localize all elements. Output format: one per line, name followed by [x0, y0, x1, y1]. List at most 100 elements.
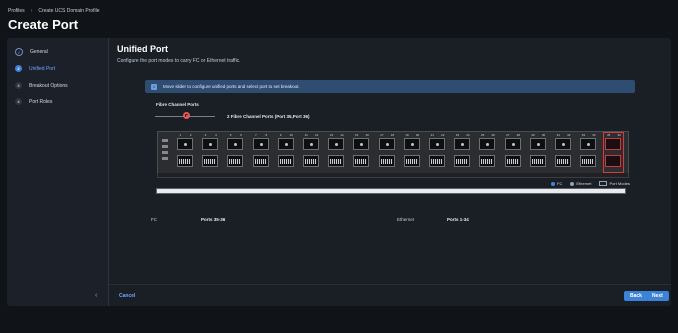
port-connector-icon	[279, 159, 292, 164]
switch-port[interactable]	[403, 155, 420, 167]
switch-port[interactable]	[403, 138, 420, 150]
step-general[interactable]: ✓ General	[15, 48, 48, 56]
port-number: 22	[441, 133, 445, 137]
switch-port[interactable]	[429, 155, 445, 167]
port-group: 15 16	[351, 133, 372, 172]
switch-port[interactable]	[555, 138, 571, 150]
legend-fc: FC	[551, 181, 562, 186]
next-button[interactable]: Next	[646, 291, 669, 301]
switch-port[interactable]	[353, 155, 370, 167]
breadcrumb-separator: ›	[30, 8, 33, 14]
banner-text: Move slider to configure unified ports a…	[163, 84, 300, 89]
ethernet-summary-ports: Ports 1-34	[447, 217, 469, 222]
ethernet-dot-icon	[570, 181, 575, 186]
port-selection-strip[interactable]	[156, 188, 626, 194]
switch-port[interactable]	[303, 138, 319, 150]
legend-ethernet: Ethernet	[570, 181, 591, 186]
breadcrumb-profiles[interactable]: Profiles	[8, 8, 25, 14]
fc-slider-handle[interactable]	[183, 112, 190, 119]
ethernet-ports-value: Ports 1-34	[447, 217, 469, 222]
port-group: 25 26	[477, 133, 498, 172]
port-number: 19	[405, 133, 409, 137]
port-number-labels: 78	[251, 133, 272, 137]
port-group: 19 20	[402, 133, 423, 172]
switch-port[interactable]	[378, 138, 395, 150]
port-number: 29	[531, 133, 535, 137]
port-led-icon	[184, 143, 187, 146]
switch-port[interactable]	[529, 155, 546, 167]
switch-port[interactable]	[429, 138, 445, 150]
port-connector-icon	[305, 159, 317, 164]
wizard-sidebar: ✓ General 2 Unified Port 3 Breakout Opti…	[7, 38, 109, 306]
port-number: 26	[491, 133, 495, 137]
port-led-icon	[209, 143, 213, 146]
port-led-icon	[410, 143, 414, 146]
port-connector-icon	[531, 159, 544, 164]
port-group: 35 36	[603, 132, 625, 173]
switch-port[interactable]	[328, 138, 345, 150]
switch-port[interactable]	[202, 138, 219, 150]
port-number: 34	[592, 133, 596, 137]
switch-port[interactable]	[227, 155, 244, 167]
switch-port[interactable]	[479, 138, 496, 150]
switch-port[interactable]	[177, 155, 193, 167]
section-description: Configure the port modes to carry FC or …	[117, 58, 241, 64]
step-breakout-options[interactable]: 3 Breakout Options	[15, 82, 68, 89]
switch-port[interactable]	[555, 155, 571, 167]
port-number: 17	[380, 133, 384, 137]
step-unified-port[interactable]: 2 Unified Port	[15, 65, 55, 72]
port-led-icon	[310, 143, 313, 146]
port-number: 1	[179, 133, 182, 137]
switch-port[interactable]	[177, 138, 193, 150]
legend-label: Port Modes	[609, 181, 630, 186]
switch-port[interactable]	[328, 155, 345, 167]
port-led-icon	[486, 143, 490, 146]
switch-port[interactable]	[303, 155, 319, 167]
switch-port[interactable]	[454, 155, 471, 167]
switch-port[interactable]	[454, 138, 471, 150]
fc-ports-value: Ports 35-36	[201, 217, 226, 222]
switch-port[interactable]	[227, 138, 244, 150]
port-connector-icon	[179, 159, 191, 164]
port-number-labels: 29 30	[528, 133, 549, 137]
port-led-icon	[385, 143, 389, 146]
switch-port[interactable]	[580, 155, 597, 167]
switch-port[interactable]	[277, 138, 294, 150]
switch-port[interactable]	[277, 155, 294, 167]
port-group: 23 24	[452, 133, 473, 172]
switch-port[interactable]	[202, 155, 219, 167]
step-port-roles[interactable]: 4 Port Roles	[15, 98, 52, 105]
switch-port[interactable]	[580, 138, 597, 150]
port-number: 25	[480, 133, 485, 137]
port-number-labels: 31 32	[553, 133, 574, 137]
port-number: 20	[415, 133, 420, 137]
port-number: 33	[581, 133, 586, 137]
port-connector-icon	[254, 159, 267, 164]
switch-port[interactable]	[353, 138, 370, 150]
port-number: 7	[255, 133, 257, 137]
fc-port-highlight	[603, 132, 625, 173]
port-number: 5	[229, 133, 232, 137]
cancel-button[interactable]: Cancel	[119, 293, 135, 299]
switch-port[interactable]	[529, 138, 546, 150]
switch-port[interactable]	[378, 155, 395, 167]
port-number: 14	[340, 133, 344, 137]
port-number-labels: 15 16	[351, 133, 372, 137]
collapse-sidebar-icon[interactable]: ‹	[95, 292, 97, 299]
fc-ports-label: Fibre Channel Ports	[156, 102, 199, 107]
port-connector-icon	[582, 159, 595, 164]
switch-port[interactable]	[252, 138, 269, 150]
back-button[interactable]: Back	[624, 291, 648, 301]
wizard-content: Unified Port Configure the port modes to…	[109, 38, 671, 306]
switch-port[interactable]	[504, 155, 521, 167]
switch-port[interactable]	[504, 138, 521, 150]
port-number-labels: 33 34	[578, 133, 599, 137]
legend-port-modes: Port Modes	[599, 181, 630, 186]
breadcrumb-create-domain-profile[interactable]: Create UCS Domain Profile	[38, 8, 99, 14]
port-number: 4	[215, 133, 217, 137]
port-group: 12	[175, 133, 196, 172]
switch-port[interactable]	[479, 155, 496, 167]
port-led-icon	[259, 143, 263, 146]
port-number-labels: 21 22	[427, 133, 448, 137]
switch-port[interactable]	[252, 155, 269, 167]
